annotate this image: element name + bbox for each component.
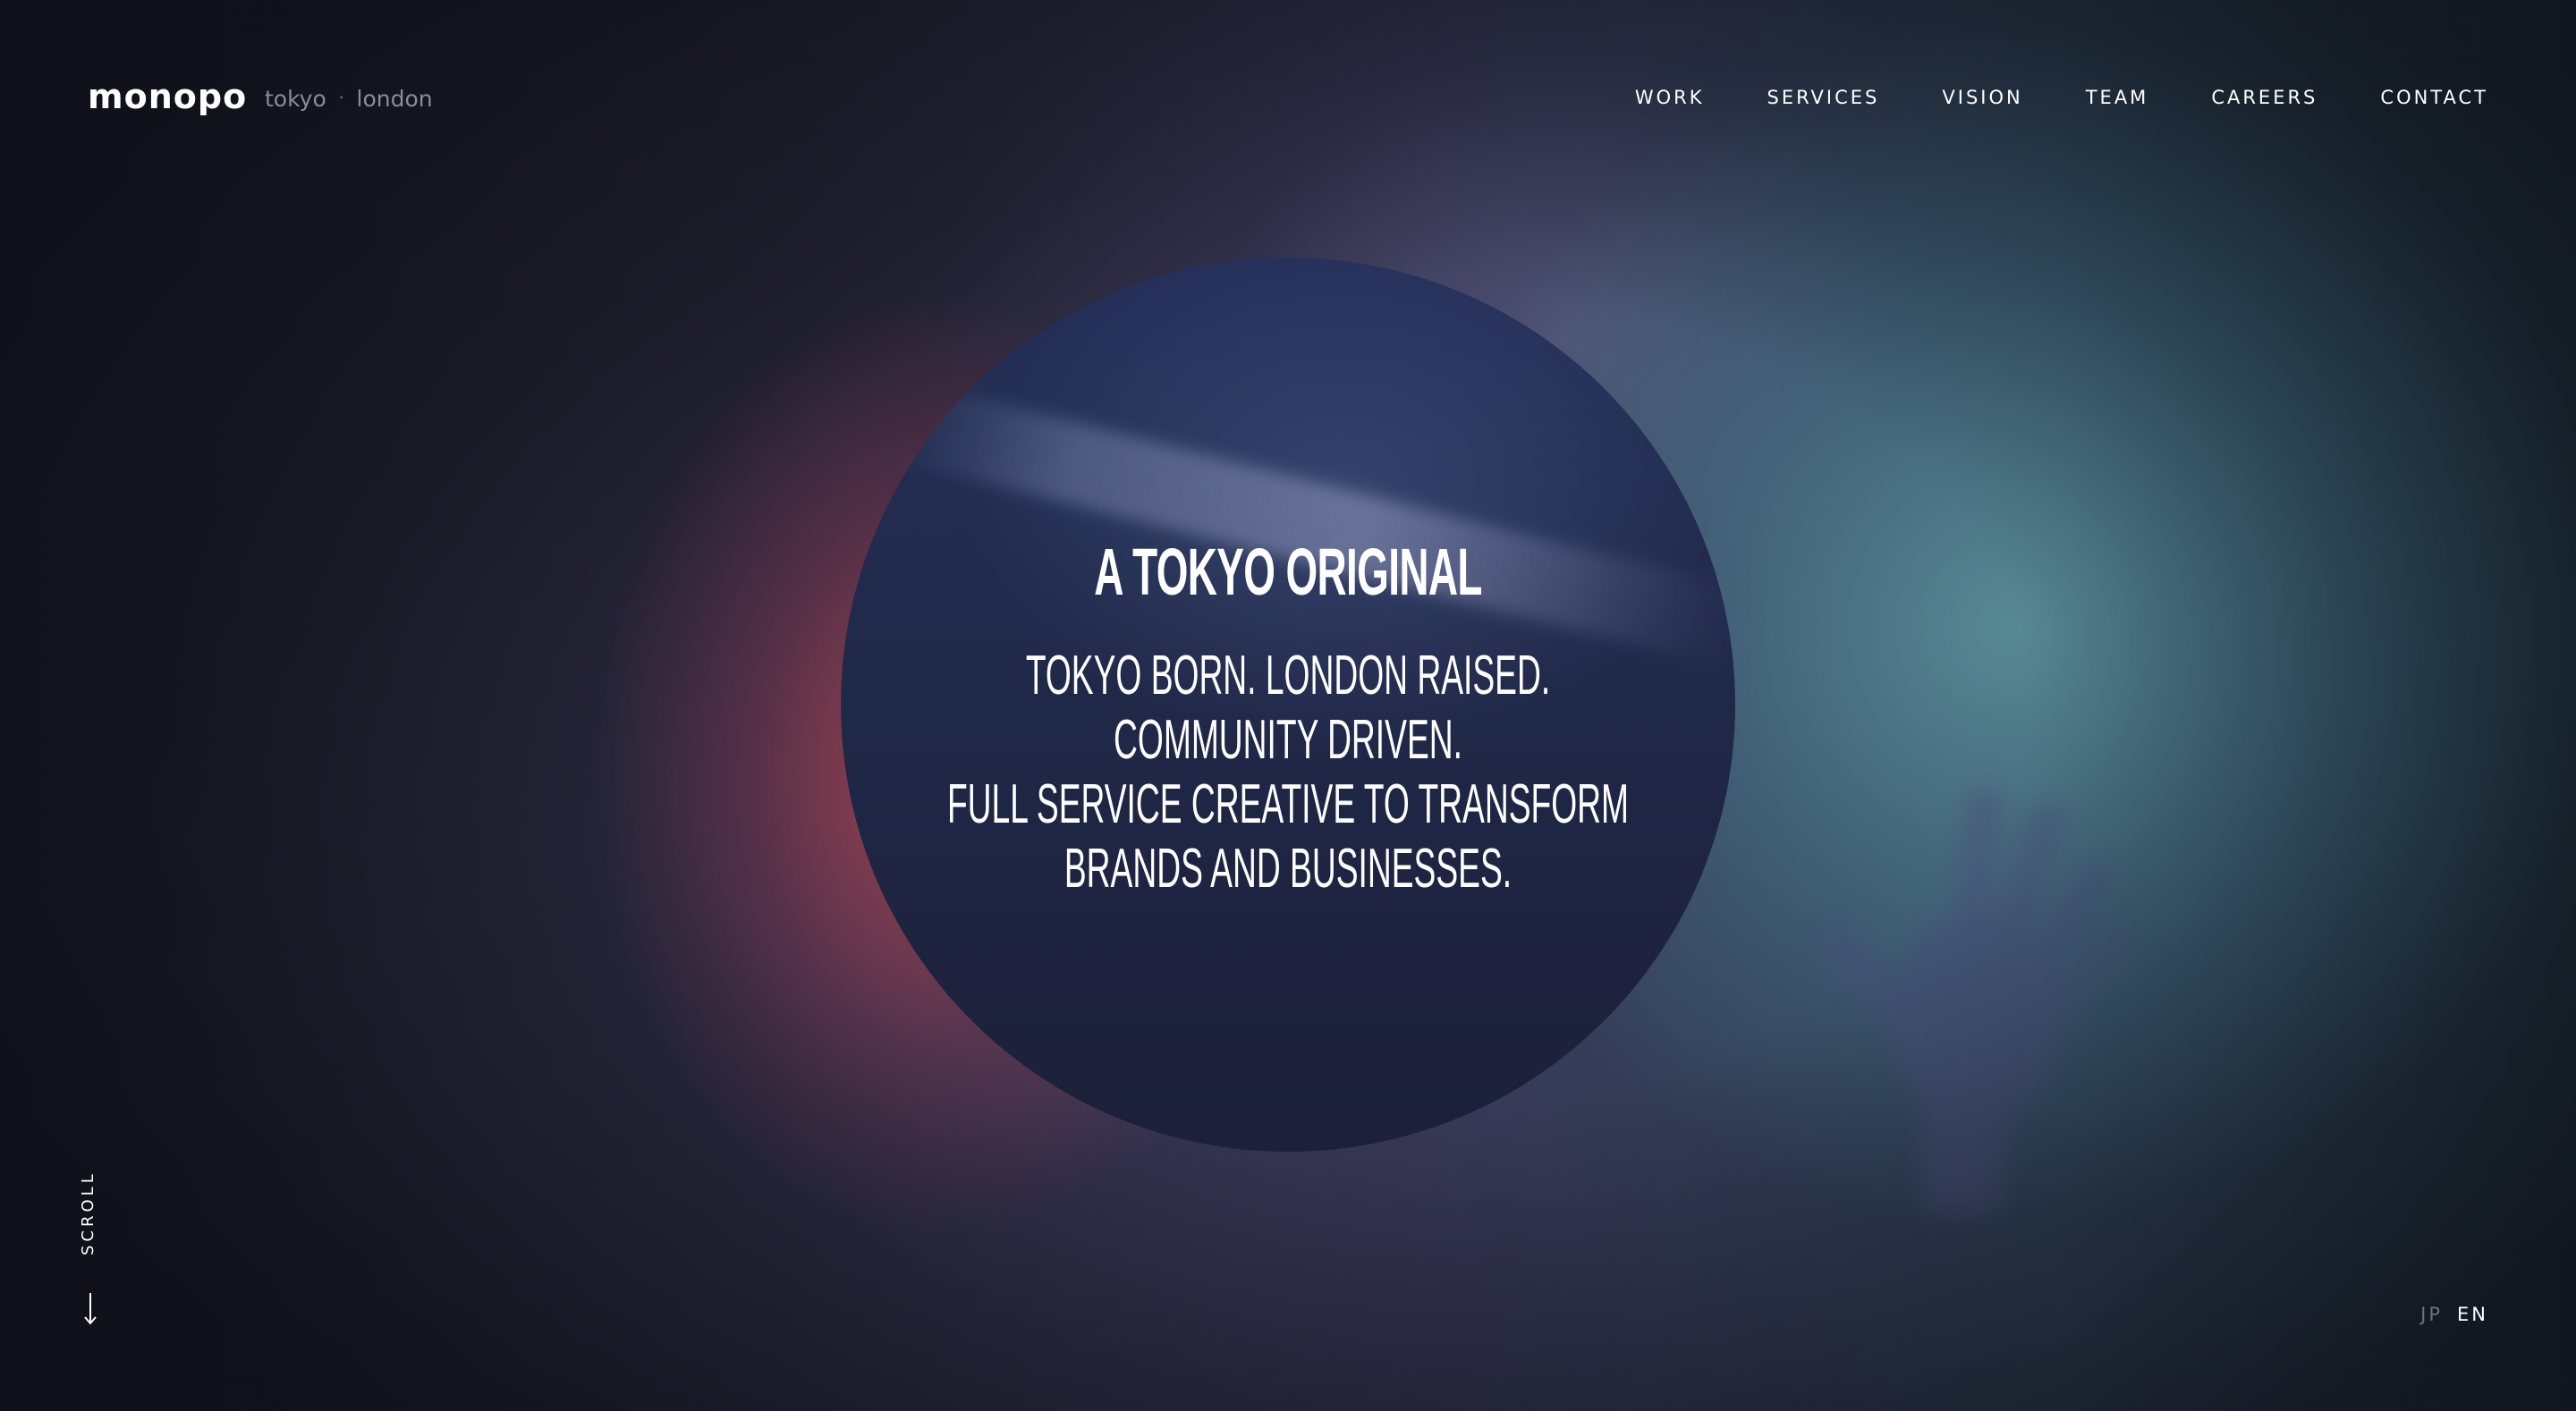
language-option-en[interactable]: EN (2457, 1304, 2488, 1325)
hero-tagline-line: BRANDS AND BUSINESSES. (1063, 838, 1513, 900)
monopo-logo[interactable]: monopo (88, 77, 247, 116)
nav-item-careers[interactable]: CAREERS (2211, 87, 2318, 108)
hero-tagline-line: COMMUNITY DRIVEN. (1114, 709, 1462, 771)
hero-tagline: TOKYO BORN. LONDON RAISED. COMMUNITY DRI… (912, 644, 1664, 901)
hero-background: A TOKYO ORIGINAL TOKYO BORN. LONDON RAIS… (0, 0, 2576, 1411)
scroll-label[interactable]: SCROLL (79, 1170, 97, 1255)
hero-title: A TOKYO ORIGINAL (1094, 535, 1482, 609)
language-switcher: JP EN (2420, 1304, 2488, 1325)
nav-item-team[interactable]: TEAM (2086, 87, 2149, 108)
location-london: london (356, 86, 433, 112)
office-locations: tokyo · london (265, 86, 433, 112)
hero-tagline-line: TOKYO BORN. LONDON RAISED. (1025, 645, 1551, 706)
hand-silhouette-image (1825, 787, 2134, 1216)
nav-item-contact[interactable]: CONTACT (2380, 87, 2488, 108)
nav-item-work[interactable]: WORK (1635, 87, 1705, 108)
hero-circle: A TOKYO ORIGINAL TOKYO BORN. LONDON RAIS… (841, 258, 1735, 1152)
nav-item-services[interactable]: SERVICES (1767, 87, 1880, 108)
arrow-down-icon[interactable] (77, 1291, 104, 1327)
location-separator: · (338, 89, 344, 107)
nav-item-vision[interactable]: VISION (1942, 87, 2022, 108)
hero-tagline-line: FULL SERVICE CREATIVE TO TRANSFORM (946, 773, 1630, 835)
main-nav: WORK SERVICES VISION TEAM CAREERS CONTAC… (1635, 87, 2488, 108)
hero-text-block: A TOKYO ORIGINAL TOKYO BORN. LONDON RAIS… (841, 258, 1735, 1152)
language-option-jp[interactable]: JP (2420, 1304, 2443, 1325)
location-tokyo: tokyo (265, 86, 326, 112)
